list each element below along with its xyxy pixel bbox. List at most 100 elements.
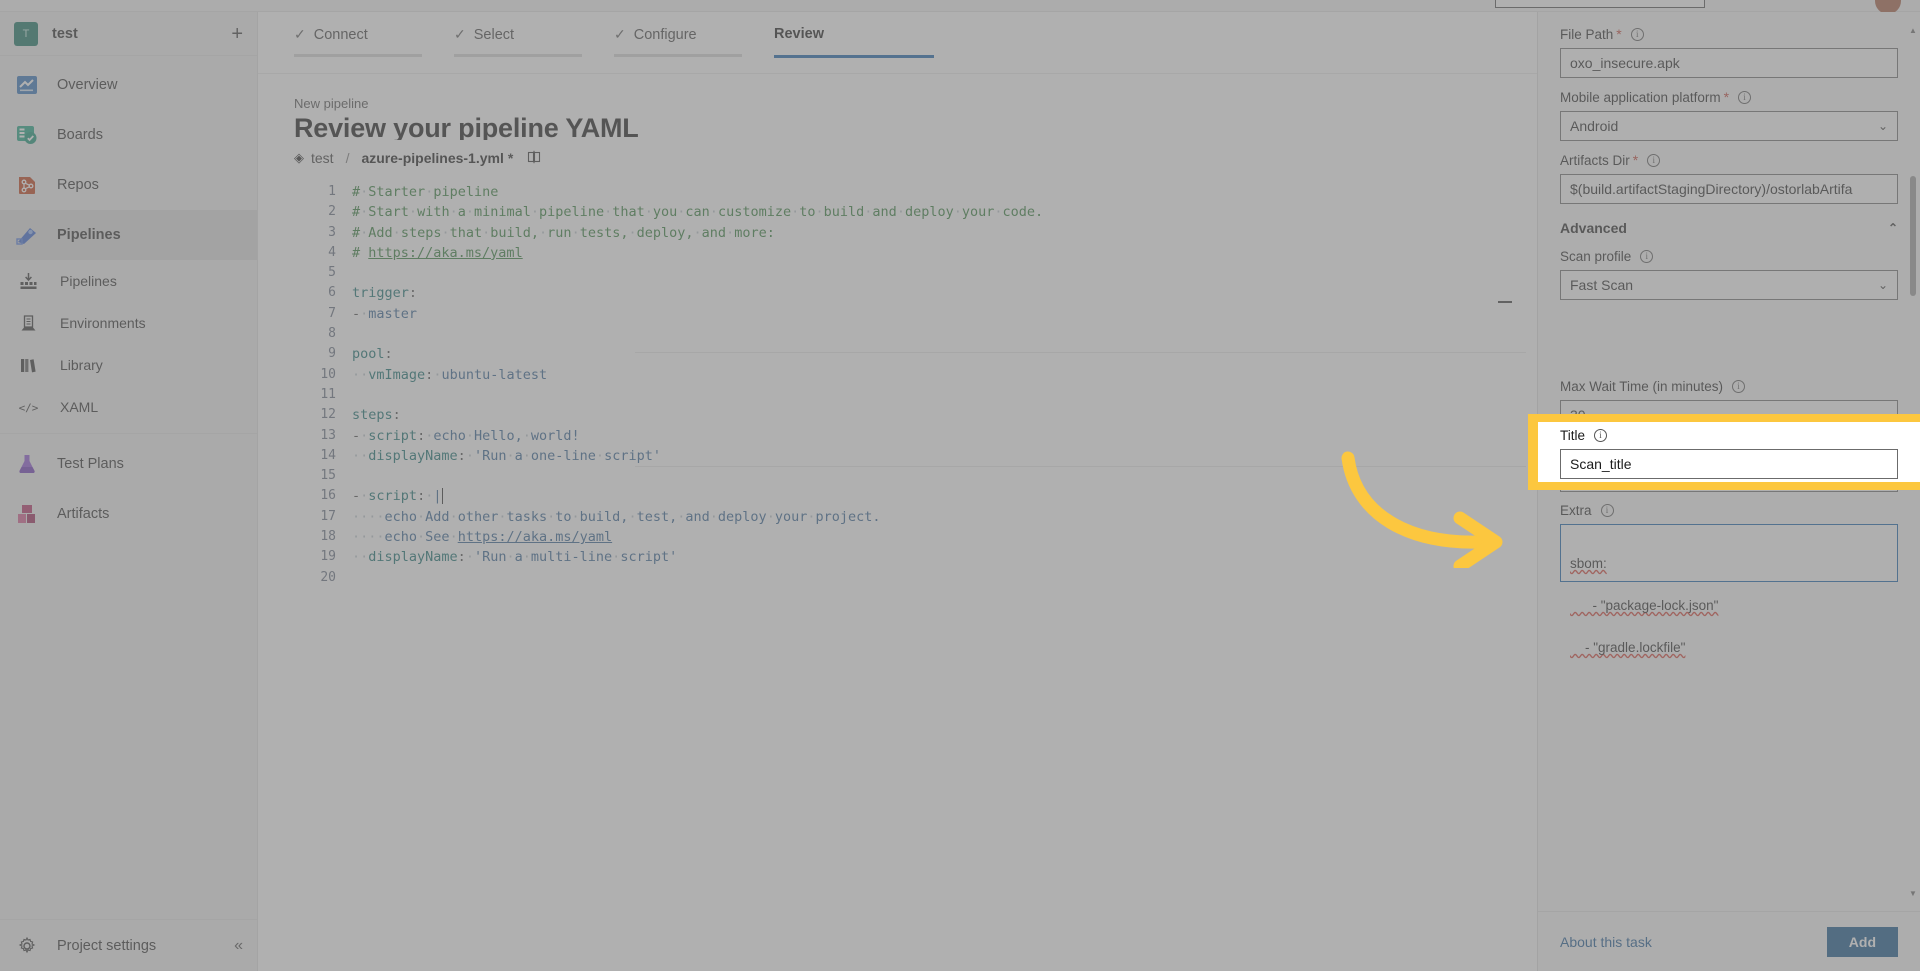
extra-textarea[interactable]: sbom: - "package-lock.json" - "gradle.lo… — [1560, 524, 1898, 582]
extra-line: - "gradle.lockfile" — [1570, 640, 1685, 655]
advanced-section-label: Advanced — [1560, 220, 1627, 236]
artifacts-dir-input[interactable]: $(build.artifactStagingDirectory)/ostorl… — [1560, 174, 1898, 204]
info-icon[interactable]: i — [1640, 250, 1653, 263]
sidebar-item-overview[interactable]: Overview — [0, 60, 257, 110]
sidebar-item-label: XAML — [60, 399, 98, 415]
info-icon[interactable]: i — [1601, 504, 1614, 517]
sidebar-item-label: Test Plans — [57, 456, 124, 472]
scroll-down-icon[interactable]: ▼ — [1908, 889, 1918, 899]
tab-underline — [614, 54, 742, 57]
field-file-path: File Path * i oxo_insecure.apk — [1560, 26, 1898, 78]
info-icon[interactable]: i — [1647, 154, 1660, 167]
line-content[interactable] — [352, 263, 360, 283]
collapse-sidebar-icon[interactable]: « — [234, 937, 243, 955]
code-line: 19··displayName:·'Run·a·multi-line·scrip… — [258, 547, 1526, 567]
line-number: 9 — [258, 344, 352, 364]
boards-icon — [14, 122, 40, 148]
sidebar-item-boards[interactable]: Boards — [0, 110, 257, 160]
repo-name[interactable]: test — [311, 150, 334, 166]
advanced-section-toggle[interactable]: Advanced ⌃ — [1560, 220, 1898, 236]
sidebar-item-test-plans[interactable]: Test Plans — [0, 439, 257, 489]
line-number: 13 — [258, 426, 352, 446]
line-number: 17 — [258, 507, 352, 527]
sidebar-item-environments[interactable]: Environments — [0, 302, 257, 344]
line-content[interactable] — [352, 568, 360, 588]
info-icon[interactable]: i — [1738, 91, 1751, 104]
line-content[interactable]: ····echo·See·https://aka.ms/yaml — [352, 527, 612, 547]
repos-icon — [14, 172, 40, 198]
line-content[interactable]: pool: — [352, 344, 393, 364]
tab-configure[interactable]: ✓ Configure — [614, 12, 774, 43]
line-content[interactable]: -·master — [352, 304, 417, 324]
about-this-task-link[interactable]: About this task — [1560, 934, 1652, 950]
line-content[interactable]: ··displayName:·'Run·a·multi-line·script' — [352, 547, 677, 567]
line-content[interactable]: # https://aka.ms/yaml — [352, 243, 523, 263]
task-panel-footer: About this task Add — [1538, 911, 1920, 971]
line-content[interactable]: -·script:·| — [352, 486, 452, 506]
task-settings-panel: File Path * i oxo_insecure.apk Mobile ap… — [1537, 12, 1920, 971]
line-content[interactable]: -·script:·echo·Hello,·world! — [352, 426, 580, 446]
tab-underline — [454, 54, 582, 57]
fold-marker[interactable] — [1498, 301, 1512, 303]
file-path-input[interactable]: oxo_insecure.apk — [1560, 48, 1898, 78]
line-content[interactable]: ····echo·Add·other·tasks·to·build,·test,… — [352, 507, 881, 527]
check-icon: ✓ — [614, 26, 626, 43]
line-content[interactable]: #·Starter·pipeline — [352, 182, 498, 202]
sidebar-item-pipelines-sub[interactable]: Pipelines — [0, 260, 257, 302]
line-content[interactable]: trigger: — [352, 283, 417, 303]
copy-icon[interactable] — [527, 150, 541, 167]
test-plans-icon — [14, 451, 40, 477]
code-line: 4# https://aka.ms/yaml — [258, 243, 1526, 263]
path-separator: / — [346, 150, 350, 166]
code-line: 14··displayName:·'Run·a·one-line·script' — [258, 446, 1526, 466]
scrollbar-thumb[interactable] — [1910, 176, 1916, 296]
line-content[interactable]: #·Start·with·a·minimal·pipeline·that·you… — [352, 202, 1043, 222]
line-content[interactable]: ··displayName:·'Run·a·one-line·script' — [352, 446, 661, 466]
add-project-button[interactable]: + — [231, 24, 243, 44]
sidebar-item-library[interactable]: Library — [0, 344, 257, 386]
extra-line: sbom: — [1570, 556, 1607, 571]
sidebar-item-repos[interactable]: Repos — [0, 160, 257, 210]
tab-review[interactable]: Review — [774, 12, 934, 42]
editor-file-bar: ◈ test / azure-pipelines-1.yml * — [258, 140, 1526, 176]
tab-connect[interactable]: ✓ Connect — [294, 12, 454, 43]
info-icon[interactable]: i — [1631, 28, 1644, 41]
scan-profile-select[interactable]: Fast Scan ⌄ — [1560, 270, 1898, 300]
unsaved-indicator: * — [508, 150, 513, 166]
text-cursor — [442, 488, 451, 504]
line-content[interactable] — [352, 324, 360, 344]
scan-profile-value: Fast Scan — [1570, 277, 1633, 293]
sidebar-item-label: Repos — [57, 177, 99, 193]
title-input[interactable]: Scan_title — [1560, 449, 1898, 479]
add-button[interactable]: Add — [1827, 927, 1898, 957]
code-area[interactable]: 1#·Starter·pipeline2#·Start·with·a·minim… — [258, 176, 1526, 971]
sidebar-item-artifacts[interactable]: Artifacts — [0, 489, 257, 539]
field-artifacts-dir: Artifacts Dir * i $(build.artifactStagin… — [1560, 152, 1898, 204]
tab-select[interactable]: ✓ Select — [454, 12, 614, 43]
sidebar-item-label: Overview — [57, 77, 117, 93]
platform-select[interactable]: Android ⌄ — [1560, 111, 1898, 141]
sidebar-item-pipelines[interactable]: Pipelines — [0, 210, 257, 260]
line-content[interactable]: #·Add·steps·that·build,·run·tests,·deplo… — [352, 223, 775, 243]
info-icon[interactable]: i — [1594, 429, 1607, 442]
line-number: 15 — [258, 466, 352, 486]
sidebar-item-xaml[interactable]: </> XAML — [0, 386, 257, 428]
project-settings-button[interactable]: Project settings « — [0, 919, 257, 971]
line-content[interactable]: ··vmImage:·ubuntu-latest — [352, 365, 547, 385]
line-number: 1 — [258, 182, 352, 202]
scroll-up-icon[interactable]: ▲ — [1908, 26, 1918, 36]
line-content[interactable] — [352, 385, 360, 405]
repo-icon: ◈ — [294, 150, 304, 166]
global-search-input[interactable] — [1495, 0, 1705, 8]
tab-label: Configure — [634, 27, 697, 43]
platform-value: Android — [1570, 118, 1618, 134]
project-avatar: T — [14, 22, 38, 46]
line-content[interactable]: steps: — [352, 405, 401, 425]
line-content[interactable] — [352, 466, 360, 486]
project-header[interactable]: T test + — [0, 12, 257, 56]
sidebar-item-label: Pipelines — [57, 227, 121, 243]
line-number: 6 — [258, 283, 352, 303]
code-line: 18····echo·See·https://aka.ms/yaml — [258, 527, 1526, 547]
code-lines: 1#·Starter·pipeline2#·Start·with·a·minim… — [258, 176, 1526, 588]
info-icon[interactable]: i — [1732, 380, 1745, 393]
